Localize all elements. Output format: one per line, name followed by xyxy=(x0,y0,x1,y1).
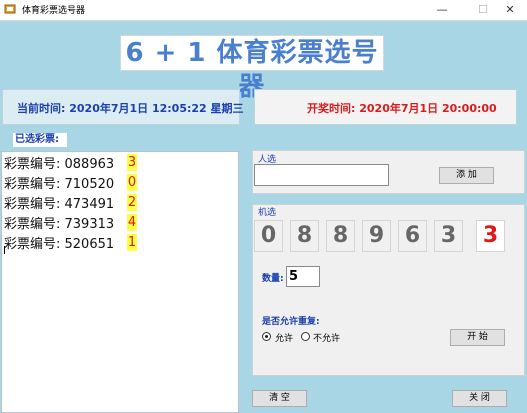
ticket-row: 彩票编号: 520651 1 xyxy=(4,233,137,253)
app-title: 6 + 1 体育彩票选号器 xyxy=(120,35,384,102)
ticket-row: 彩票编号: 710520 0 xyxy=(4,173,137,193)
quantity-label: 数量: xyxy=(262,274,284,284)
ticket-number: 彩票编号: 739313 xyxy=(4,217,115,232)
close-window-button[interactable]: ✕ xyxy=(493,0,527,20)
clear-button[interactable]: 清 空 xyxy=(252,390,307,407)
ticket-number: 彩票编号: 088963 xyxy=(4,157,115,172)
ticket-number: 彩票编号: 473491 xyxy=(4,197,115,212)
draw-time-text: 开奖时间: 2020年7月1日 20:00:00 xyxy=(307,102,497,115)
machine-digit: 8 xyxy=(326,220,355,252)
text-caret xyxy=(4,246,5,254)
ticket-special-digit: 2 xyxy=(127,194,137,211)
ticket-row: 彩票编号: 088963 3 xyxy=(4,153,137,173)
machine-special-digit: 3 xyxy=(476,220,505,252)
quantity-input[interactable]: 5 xyxy=(286,266,320,287)
machine-digit: 6 xyxy=(398,220,427,252)
current-time-panel: 当前时间: 2020年7月1日 12:05:22 星期三 xyxy=(2,89,244,125)
machine-digit: 8 xyxy=(290,220,319,252)
disallow-radio-label: 不允许 xyxy=(313,334,341,344)
draw-time-panel: 开奖时间: 2020年7月1日 20:00:00 xyxy=(254,89,517,125)
start-button[interactable]: 开 始 xyxy=(450,329,505,346)
allow-radio-label: 允许 xyxy=(275,334,294,344)
ticket-special-digit: 1 xyxy=(127,234,137,251)
ticket-row: 彩票编号: 739313 4 xyxy=(4,213,137,233)
ticket-list[interactable]: 彩票编号: 088963 3 彩票编号: 710520 0 彩票编号: 4734… xyxy=(1,151,239,413)
machine-digit: 3 xyxy=(434,220,463,252)
minimize-button[interactable]: — xyxy=(425,0,459,20)
ticket-special-digit: 3 xyxy=(127,154,137,171)
machine-digit: 9 xyxy=(362,220,391,252)
title-bar: 体育彩票选号器 — ☐ ✕ xyxy=(0,0,527,21)
allow-radio[interactable] xyxy=(262,332,271,341)
close-button[interactable]: 关 闭 xyxy=(452,390,507,407)
window-title: 体育彩票选号器 xyxy=(22,6,86,16)
ticket-row: 彩票编号: 473491 2 xyxy=(4,193,137,213)
selected-tickets-label: 已选彩票: xyxy=(13,133,67,147)
ticket-special-digit: 0 xyxy=(127,174,137,191)
disallow-radio[interactable] xyxy=(301,332,310,341)
machine-digit: 0 xyxy=(254,220,283,252)
current-time-text: 当前时间: 2020年7月1日 12:05:22 星期三 xyxy=(17,102,244,115)
app-icon xyxy=(4,4,16,14)
ticket-number: 彩票编号: 710520 xyxy=(4,177,115,192)
add-button[interactable]: 添 加 xyxy=(439,167,494,184)
machine-group-label: 机选 xyxy=(258,208,277,218)
allow-repeat-label: 是否允许重复: xyxy=(262,317,320,327)
ticket-special-digit: 4 xyxy=(127,214,137,231)
ticket-number: 彩票编号: 520651 xyxy=(4,237,115,252)
manual-number-input[interactable] xyxy=(254,164,389,186)
